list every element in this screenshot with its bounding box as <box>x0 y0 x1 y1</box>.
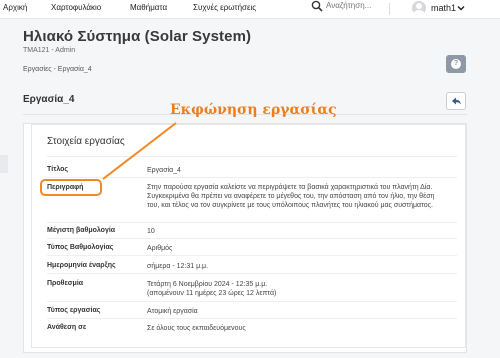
annotation-arrow <box>102 122 177 180</box>
annotation-label: Εκφώνηση εργασίας <box>170 102 337 118</box>
